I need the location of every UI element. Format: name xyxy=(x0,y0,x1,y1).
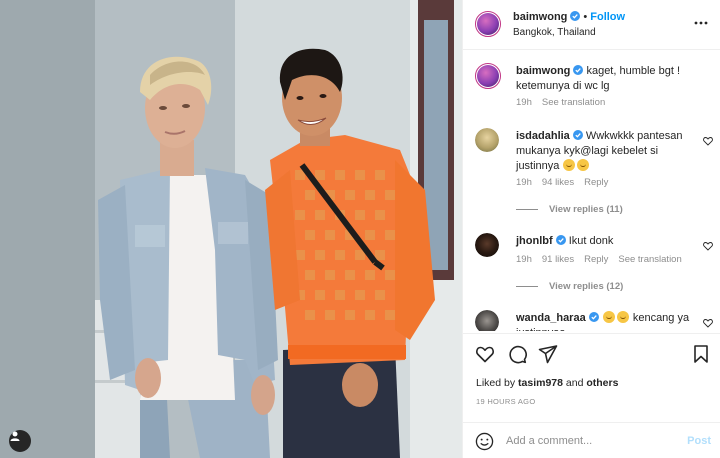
reply-link[interactable]: Reply xyxy=(584,254,608,265)
more-options-icon[interactable] xyxy=(693,15,709,31)
comment-input[interactable] xyxy=(506,432,666,450)
comment-meta: 19h 94 likes Reply xyxy=(516,177,618,188)
likes-prefix: Liked by xyxy=(476,377,519,389)
commenter-avatar[interactable] xyxy=(475,233,499,257)
add-comment-bar: Post xyxy=(463,422,720,458)
commenter-username[interactable]: wanda_haraa xyxy=(516,312,586,324)
verified-badge-icon xyxy=(570,11,581,21)
comment-time[interactable]: 19h xyxy=(516,254,532,265)
comment-text-block: jhonlbf Ikut donk xyxy=(516,234,696,249)
post-location[interactable]: Bangkok, Thailand xyxy=(513,27,596,38)
comment-like-heart-icon[interactable] xyxy=(703,241,713,251)
author-avatar[interactable] xyxy=(475,11,501,37)
post-sidebar: baimwong • Follow Bangkok, Thailand baimwo… xyxy=(462,0,720,458)
share-icon[interactable] xyxy=(538,344,558,364)
post-header: baimwong • Follow Bangkok, Thailand xyxy=(463,0,720,50)
author-username[interactable]: baimwong xyxy=(513,11,567,23)
caption-username[interactable]: baimwong xyxy=(516,65,570,77)
commenter-username[interactable]: isdadahlia xyxy=(516,130,570,142)
liked-by-user[interactable]: tasim978 xyxy=(518,377,563,389)
verified-badge-icon xyxy=(588,312,599,322)
photo-illustration xyxy=(0,0,462,458)
user-tag-icon[interactable] xyxy=(9,430,31,452)
comment-text: kencang ya xyxy=(632,312,690,324)
liked-by-others-link[interactable]: others xyxy=(586,377,618,389)
post-photo[interactable] xyxy=(0,0,462,458)
caption-text-block: baimwong kaget, humble bgt ! ketemunya d… xyxy=(516,64,696,94)
comment-like-heart-icon[interactable] xyxy=(703,136,713,146)
comment-time[interactable]: 19h xyxy=(516,177,532,188)
laughing-emoji-icon xyxy=(577,159,590,171)
comment-icon[interactable] xyxy=(507,344,527,364)
commenter-avatar[interactable] xyxy=(475,128,499,152)
emoji-icon[interactable] xyxy=(475,432,494,451)
comment-likes[interactable]: 91 likes xyxy=(542,254,574,265)
see-translation-link[interactable]: See translation xyxy=(542,97,605,108)
view-replies-label: View replies (12) xyxy=(549,281,624,292)
comment-text-block: wanda_haraa kencang ya justinnyaa xyxy=(516,311,696,331)
heart-icon[interactable] xyxy=(475,344,495,364)
instagram-post: baimwong • Follow Bangkok, Thailand baimwo… xyxy=(0,0,720,458)
comment-item: jhonlbf Ikut donk 19h 91 likes Reply See tr… xyxy=(475,233,713,303)
comment-item: isdadahlia Wwkwkkk pantesan mukanya kyk@… xyxy=(475,128,713,218)
see-translation-link[interactable]: See translation xyxy=(618,254,681,265)
verified-badge-icon xyxy=(555,235,566,245)
comment-text: Ikut donk xyxy=(568,235,614,247)
bookmark-icon[interactable] xyxy=(691,344,711,364)
comment-likes[interactable]: 94 likes xyxy=(542,177,574,188)
follow-button[interactable]: Follow xyxy=(590,11,625,23)
verified-badge-icon xyxy=(572,130,583,140)
replies-divider xyxy=(516,209,538,210)
post-timestamp[interactable]: 19 HOURS AGO xyxy=(476,397,535,406)
caption-time[interactable]: 19h xyxy=(516,97,532,108)
laughing-emoji-icon xyxy=(616,311,629,323)
comments-list[interactable]: baimwong kaget, humble bgt ! ketemunya d… xyxy=(463,51,720,331)
comment-meta: 19h 91 likes Reply See translation xyxy=(516,254,692,265)
view-replies-button[interactable]: View replies (11) xyxy=(516,204,623,215)
view-replies-button[interactable]: View replies (12) xyxy=(516,281,623,292)
post-comment-button[interactable]: Post xyxy=(687,435,711,447)
likes-and: and xyxy=(562,377,587,389)
likes-summary: Liked by tasim978 and others xyxy=(476,377,618,389)
comment-text-block: isdadahlia Wwkwkkk pantesan mukanya kyk@… xyxy=(516,129,696,174)
commenter-avatar[interactable] xyxy=(475,310,499,331)
separator-dot: • xyxy=(583,11,588,23)
comment-text-continued: justinnyaa xyxy=(516,327,566,331)
verified-badge-icon xyxy=(573,65,584,75)
view-replies-label: View replies (11) xyxy=(549,204,623,215)
caption-meta: 19h See translation xyxy=(516,97,615,108)
laughing-emoji-icon xyxy=(563,159,576,171)
comment-item: wanda_haraa kencang ya justinnyaa xyxy=(475,310,713,331)
author-avatar[interactable] xyxy=(475,63,501,89)
replies-divider xyxy=(516,286,538,287)
header-title-row: baimwong • Follow xyxy=(513,11,625,23)
commenter-username[interactable]: jhonlbf xyxy=(516,235,553,247)
post-actions xyxy=(463,333,720,373)
laughing-emoji-icon xyxy=(602,311,615,323)
reply-link[interactable]: Reply xyxy=(584,177,608,188)
caption: baimwong kaget, humble bgt ! ketemunya d… xyxy=(475,63,713,113)
comment-like-heart-icon[interactable] xyxy=(703,318,713,328)
